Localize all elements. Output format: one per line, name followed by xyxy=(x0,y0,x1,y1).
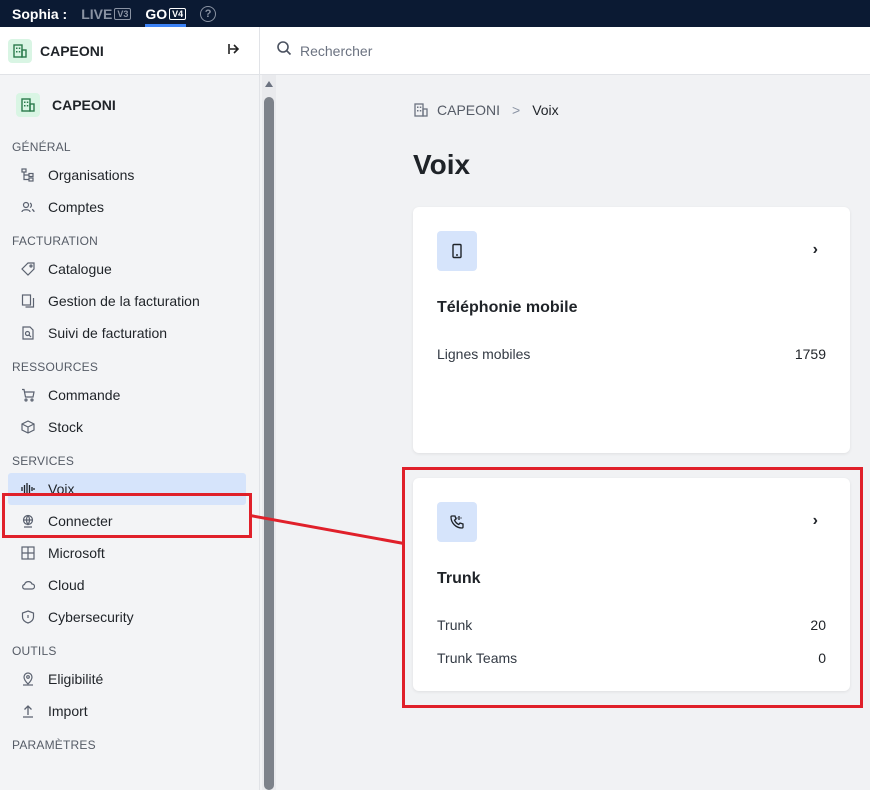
version-go-tab[interactable]: GO V4 xyxy=(145,0,187,27)
org-tree-icon xyxy=(20,167,36,183)
shield-icon xyxy=(20,609,36,625)
sidebar-item-eligibilite[interactable]: Eligibilité xyxy=(0,663,259,695)
sidebar-item-label: Eligibilité xyxy=(48,671,104,687)
sidebar-item-commande[interactable]: Commande xyxy=(0,379,259,411)
sidebar-item-label: Catalogue xyxy=(48,261,112,277)
sidebar-item-label: Suivi de facturation xyxy=(48,325,168,341)
location-icon xyxy=(20,671,36,687)
version-live-label: LIVE xyxy=(81,5,113,22)
search-icon xyxy=(276,40,292,61)
breadcrumb: CAPEONI > Voix xyxy=(413,102,559,118)
search-input[interactable]: Rechercher xyxy=(300,43,372,59)
search-bar[interactable]: Rechercher xyxy=(260,27,870,75)
user-name: Sophia : xyxy=(12,5,68,22)
sidebar-item-label: Stock xyxy=(48,419,84,435)
version-go-tag: V4 xyxy=(169,7,187,20)
sidebar-item-cloud[interactable]: Cloud xyxy=(0,569,259,601)
breadcrumb-separator: > xyxy=(512,102,521,118)
section-facturation: FACTURATION xyxy=(12,234,98,248)
top-bar: Sophia : LIVE V3 GO V4 ? xyxy=(0,0,870,27)
scrollbar-thumb[interactable] xyxy=(264,97,274,790)
section-parametres: PARAMÈTRES xyxy=(12,738,96,752)
collapse-left-icon[interactable] xyxy=(228,41,244,62)
highlight-trunk-card xyxy=(402,467,863,708)
version-live-tab[interactable]: LIVE V3 xyxy=(81,0,132,27)
sidebar-item-organisations[interactable]: Organisations xyxy=(0,159,259,191)
sidebar-item-gestion-facturation[interactable]: Gestion de la facturation xyxy=(0,285,259,317)
mobile-phone-icon xyxy=(437,231,477,271)
sidebar-item-label: Cloud xyxy=(48,577,85,593)
box-icon xyxy=(20,419,36,435)
sidebar-item-cybersecurity[interactable]: Cybersecurity xyxy=(0,601,259,633)
sidebar-item-suivi-facturation[interactable]: Suivi de facturation xyxy=(0,317,259,349)
sidebar-item-label: Comptes xyxy=(48,199,105,215)
highlight-voix-item xyxy=(2,493,252,538)
current-org[interactable]: CAPEONI xyxy=(0,75,259,135)
current-org-name: CAPEONI xyxy=(52,97,116,113)
documents-icon xyxy=(20,293,36,309)
breadcrumb-current: Voix xyxy=(532,102,559,118)
help-icon[interactable]: ? xyxy=(200,5,217,22)
row-label: Lignes mobiles xyxy=(437,346,531,362)
cart-icon xyxy=(20,387,36,403)
grid-icon xyxy=(20,545,36,561)
sidebar-item-label: Import xyxy=(48,703,88,719)
chevron-right-icon[interactable]: › xyxy=(813,241,818,259)
sidebar: CAPEONI CAPEONI GÉNÉRAL Organisations Co… xyxy=(0,27,260,790)
upload-icon xyxy=(20,703,36,719)
sidebar-item-import[interactable]: Import xyxy=(0,695,259,727)
building-icon xyxy=(413,102,429,118)
section-outils: OUTILS xyxy=(12,644,57,658)
sidebar-header: CAPEONI xyxy=(0,27,259,75)
row-value: 1759 xyxy=(794,346,826,362)
card-row: Lignes mobiles 1759 xyxy=(437,346,826,362)
tag-icon xyxy=(20,261,36,277)
building-icon xyxy=(8,38,32,63)
document-search-icon xyxy=(20,325,36,341)
building-icon xyxy=(16,93,40,117)
sidebar-item-microsoft[interactable]: Microsoft xyxy=(0,537,259,569)
sidebar-item-label: Gestion de la facturation xyxy=(48,293,200,309)
section-ressources: RESSOURCES xyxy=(12,360,99,374)
sidebar-item-label: Microsoft xyxy=(48,545,105,561)
sidebar-item-label: Commande xyxy=(48,387,121,403)
sidebar-item-label: Organisations xyxy=(48,167,135,183)
section-services: SERVICES xyxy=(12,454,75,468)
version-live-tag: V3 xyxy=(114,7,132,20)
breadcrumb-org-link[interactable]: CAPEONI xyxy=(437,102,500,118)
scroll-up-arrow-icon[interactable] xyxy=(265,81,273,87)
version-go-label: GO xyxy=(145,5,168,22)
sidebar-item-comptes[interactable]: Comptes xyxy=(0,191,259,223)
sidebar-item-label: Cybersecurity xyxy=(48,609,134,625)
cloud-icon xyxy=(20,577,36,593)
users-icon xyxy=(20,199,36,215)
page-title: Voix xyxy=(413,149,471,180)
card-title: Téléphonie mobile xyxy=(437,299,578,316)
card-telephonie-mobile[interactable]: › Téléphonie mobile Lignes mobiles 1759 xyxy=(413,207,850,453)
sidebar-org-name: CAPEONI xyxy=(40,42,104,59)
sidebar-item-stock[interactable]: Stock xyxy=(0,411,259,443)
sidebar-scrollbar[interactable] xyxy=(262,75,276,790)
section-general: GÉNÉRAL xyxy=(12,140,71,154)
sidebar-item-catalogue[interactable]: Catalogue xyxy=(0,253,259,285)
